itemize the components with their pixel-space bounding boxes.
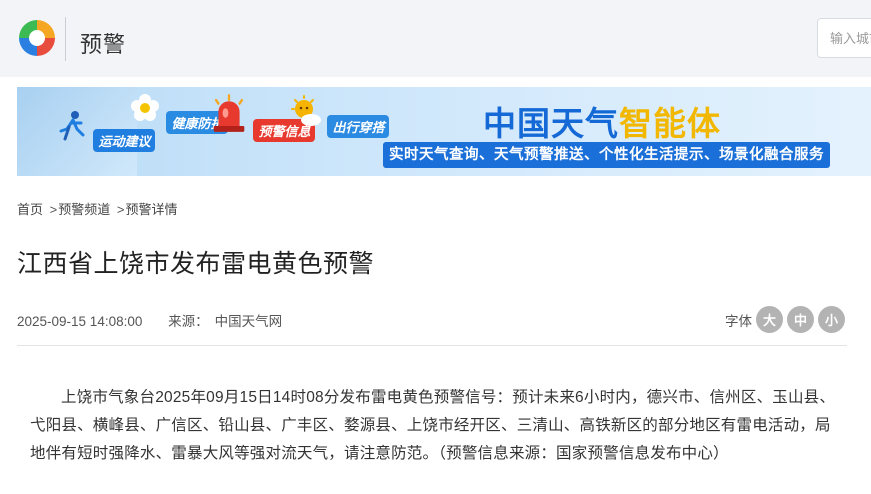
brand-name-part2: 智能体	[619, 105, 721, 142]
flower-icon	[131, 94, 159, 121]
city-search-input[interactable]	[818, 19, 871, 57]
banner-item-travel[interactable]: 出行穿搭	[289, 95, 390, 138]
publish-datetime: 2025-09-15 14:08:00	[17, 314, 143, 329]
content-divider	[17, 345, 847, 346]
section-title: 预警	[80, 32, 127, 57]
font-size-medium-button[interactable]: 中	[787, 306, 814, 333]
breadcrumb: 首页 >预警频道 >预警详情	[17, 199, 177, 218]
sun-cloud-icon	[291, 95, 321, 126]
font-size-small-button[interactable]: 小	[818, 306, 845, 333]
font-size-selector: 字体 大 中 小	[725, 306, 845, 333]
banner-item-label: 出行穿搭	[327, 115, 390, 138]
breadcrumb-channel-link[interactable]: 预警频道	[58, 202, 110, 217]
running-person-icon	[59, 111, 85, 141]
alarm-siren-icon	[213, 94, 245, 132]
article-body: 上饶市气象台2025年09月15日14时08分发布雷电黄色预警信号：预计未来6小…	[30, 389, 836, 462]
article-meta: 2025-09-15 14:08:00 来源： 中国天气网	[17, 310, 282, 330]
source-label: 来源：	[168, 314, 209, 329]
breadcrumb-home-link[interactable]: 首页	[17, 202, 43, 217]
banner-subtitle: 实时天气查询、天气预警推送、个性化生活提示、场景化融合服务	[383, 142, 830, 168]
city-search-box[interactable]	[817, 18, 871, 58]
breadcrumb-separator: >	[49, 202, 58, 217]
page-title: 江西省上饶市发布雷电黄色预警	[17, 250, 375, 278]
header-divider	[65, 17, 66, 61]
source-value: 中国天气网	[214, 314, 283, 329]
font-size-large-button[interactable]: 大	[756, 306, 783, 333]
breadcrumb-detail-link[interactable]: 预警详情	[125, 202, 177, 217]
promo-banner[interactable]: 运动建议 健康防护 预警信息 出行穿搭 中国天气智能体 实时天气查询、天气预警推…	[17, 87, 871, 176]
brand-name-part1: 中国天气	[483, 105, 619, 142]
banner-brand: 中国天气智能体	[483, 97, 721, 145]
weather-logo-icon[interactable]	[17, 18, 57, 58]
font-size-label: 字体	[725, 313, 752, 329]
top-header: 预警	[0, 0, 871, 77]
breadcrumb-separator: >	[116, 202, 125, 217]
